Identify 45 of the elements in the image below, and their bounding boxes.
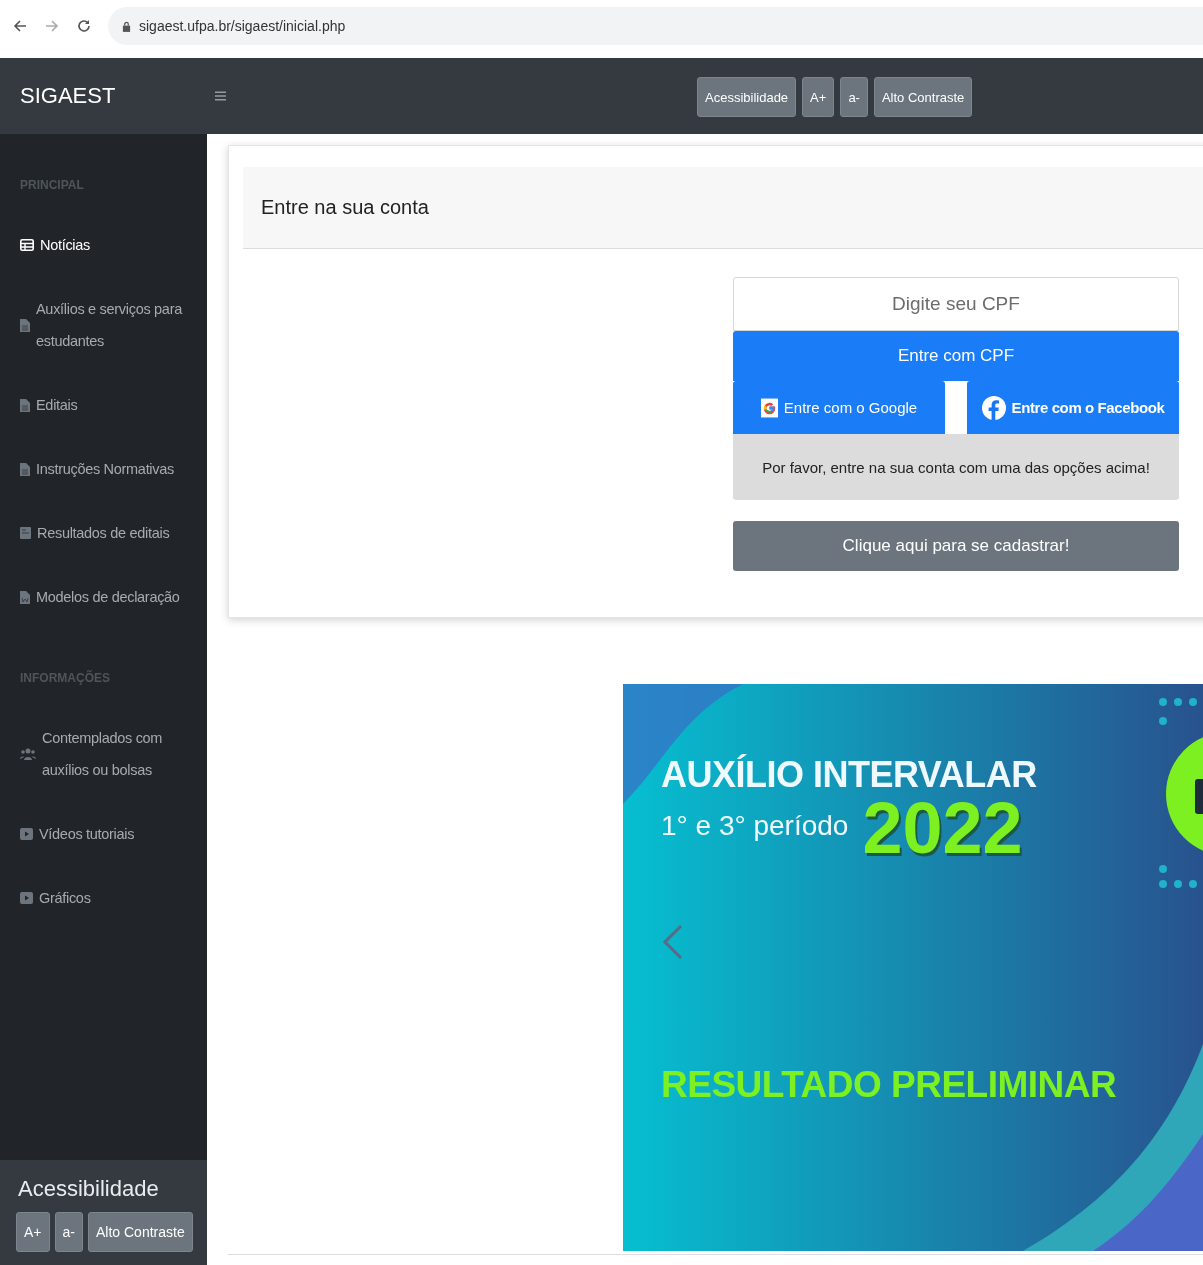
panel-title: Acessibilidade [17, 1176, 160, 1202]
facebook-login-button[interactable]: Entre com o Facebook [967, 381, 1179, 434]
reload-icon[interactable] [76, 18, 92, 34]
login-message: Por favor, entre na sua conta com uma das opções acima! [733, 434, 1179, 500]
accessibility-button[interactable]: A+ [16, 1212, 50, 1252]
sidebar-item[interactable]: Resultados de editais [0, 501, 207, 565]
facebook-icon [981, 395, 1006, 420]
card-title: Entre na sua conta [261, 196, 429, 219]
banner-headline: RESULTADO PRELIMINAR [661, 1064, 1118, 1106]
sidebar-item[interactable]: Auxílios e serviços para estudantes [0, 277, 207, 373]
accessibility-button[interactable]: a- [54, 1212, 83, 1252]
back-icon[interactable] [12, 18, 28, 34]
accessibility-button[interactable]: Alto Contraste [87, 1212, 193, 1252]
lock-icon [122, 20, 131, 32]
register-button[interactable]: Clique aqui para se cadastrar! [733, 521, 1179, 571]
cpf-login-button[interactable]: Entre com CPF [733, 331, 1179, 381]
brand-title[interactable]: SIGAEST [20, 83, 116, 108]
address-bar[interactable]: sigaest.ufpa.br/sigaest/inicial.php [108, 7, 1203, 45]
sidebar-item[interactable]: Modelos de declaração [0, 565, 207, 629]
accessibility-button[interactable]: Acessibilidade [697, 77, 797, 117]
accessibility-button[interactable]: a- [840, 77, 868, 117]
cpf-input[interactable]: Digite seu CPF [733, 277, 1179, 331]
document-icon [20, 527, 31, 539]
users-icon [20, 748, 36, 760]
sidebar-item[interactable]: Notícias [0, 213, 207, 277]
sidebar-item[interactable]: Instruções Normativas [0, 437, 207, 501]
document-icon [20, 318, 30, 332]
accessibility-button[interactable]: Alto Contraste [873, 77, 973, 117]
google-icon [760, 397, 778, 418]
play-icon [20, 892, 33, 904]
forward-icon[interactable] [44, 18, 60, 34]
previous-slide-icon[interactable] [661, 924, 685, 960]
document-icon [20, 398, 30, 412]
sidebar-item[interactable]: Vídeos tutoriais [0, 802, 207, 866]
sidebar-item[interactable]: Contemplados com auxílios ou bolsas [0, 706, 207, 802]
banner-subtitle: 1° e 3° período [661, 810, 849, 843]
table-icon [20, 239, 34, 251]
accessibility-button[interactable]: A+ [802, 77, 835, 117]
document-icon [20, 462, 30, 476]
play-icon [20, 828, 33, 840]
word-document-icon [20, 590, 30, 604]
google-login-button[interactable]: Entre com o Google [733, 381, 945, 434]
menu-icon[interactable] [215, 90, 226, 102]
sidebar-item[interactable]: Editais [0, 373, 207, 437]
sidebar-item[interactable]: Gráficos [0, 866, 207, 930]
